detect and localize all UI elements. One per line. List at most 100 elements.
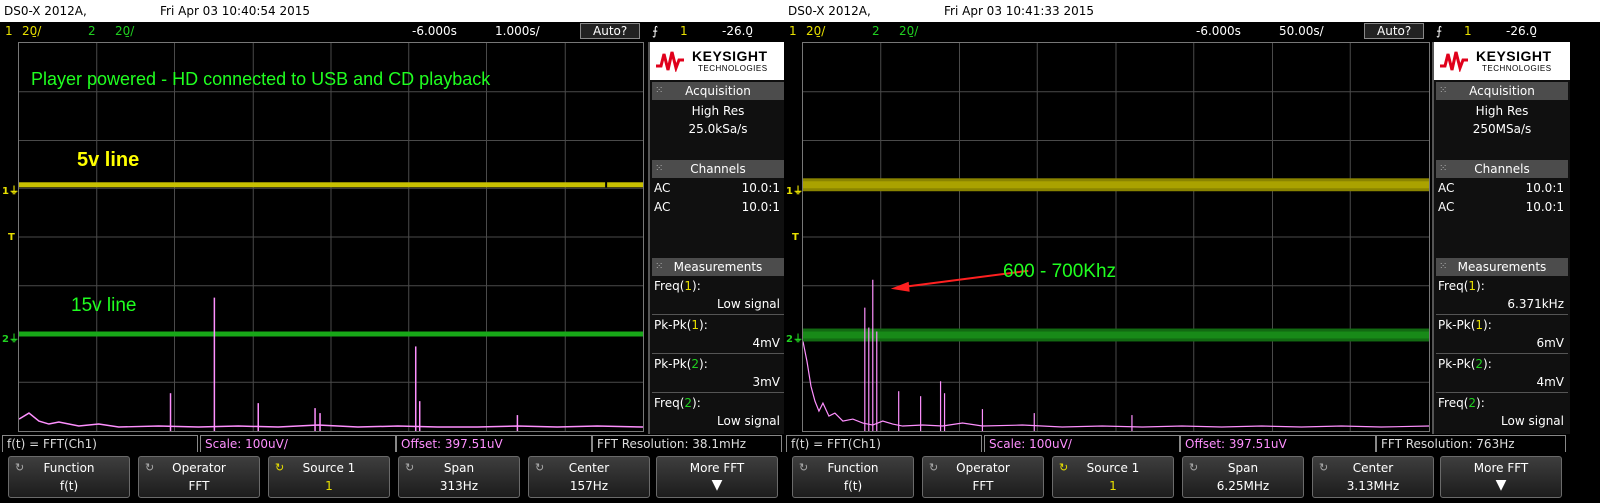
- acquisition-header[interactable]: Acquisition: [652, 82, 784, 100]
- label-5v-line: 5v line: [77, 149, 140, 171]
- status-bar: 1 20̱/ 2 20̱/ -6.000s 1.000s/ Auto? ⨍ 1 …: [0, 22, 784, 41]
- ch2-scale[interactable]: 20̱/: [899, 24, 918, 38]
- softkey-value: FFT: [188, 479, 210, 493]
- annotation-title: Player powered - HD connected to USB and…: [31, 69, 491, 89]
- operator-softkey[interactable]: ↻ Operator FFT: [138, 456, 260, 498]
- ch1-scale[interactable]: 20̱/: [806, 24, 825, 38]
- softkey-label: Center: [1352, 461, 1394, 475]
- meas-3-value: 3mV: [752, 375, 780, 389]
- horizontal-delay[interactable]: -6.000s: [412, 24, 457, 38]
- meas-3-close: ):: [699, 357, 708, 371]
- center-softkey[interactable]: ↻ Center 157Hz: [528, 456, 650, 498]
- ch1-number[interactable]: 1: [5, 24, 13, 38]
- ch2-number[interactable]: 2: [872, 24, 880, 38]
- softkey-value: f(t): [59, 479, 79, 493]
- brand-sub: TECHNOLOGIES: [698, 64, 768, 73]
- scope-screenshot-left: DS0-X 2012A, Fri Apr 03 10:40:54 2015 1 …: [0, 0, 784, 503]
- meas-4-name: Freq(2):: [1438, 396, 1485, 410]
- function-softkey[interactable]: ↻ Function f(t): [8, 456, 130, 498]
- ch2-number[interactable]: 2: [88, 24, 96, 38]
- acquisition-mode: High Res: [1475, 104, 1529, 118]
- meas-1-channel: 1: [684, 279, 693, 293]
- more-fft-softkey[interactable]: More FFT ▼: [1440, 456, 1562, 498]
- ch1-number[interactable]: 1: [789, 24, 797, 38]
- meas-1-close: ):: [692, 279, 701, 293]
- ch2-ground-marker[interactable]: 2⏚: [786, 330, 803, 345]
- meas-3-name: Pk-Pk(2):: [654, 357, 708, 371]
- center-softkey[interactable]: ↻ Center 3.13MHz: [1312, 456, 1434, 498]
- sample-rate: 250MSa/s: [1472, 122, 1532, 136]
- ch1-coupling: AC: [1438, 181, 1455, 195]
- ch1-scale[interactable]: 20̱/: [22, 24, 41, 38]
- meas-2-name: Pk-Pk(1):: [654, 318, 708, 332]
- horizontal-delay[interactable]: -6.000s: [1196, 24, 1241, 38]
- softkey-label: Source 1: [302, 461, 356, 475]
- meas-4-func: Freq(: [654, 396, 685, 410]
- softkey-label: Operator: [172, 461, 226, 475]
- meas-1-channel: 1: [1468, 279, 1477, 293]
- measurements-header[interactable]: Measurements: [1436, 258, 1568, 276]
- math-scale: Scale: 100uV/: [984, 435, 1180, 453]
- keysight-wave-icon: [656, 51, 684, 72]
- trigger-level-marker[interactable]: T: [8, 232, 15, 243]
- softkey-value: f(t): [843, 479, 863, 493]
- trigger-level-marker[interactable]: T: [792, 232, 799, 243]
- operator-softkey[interactable]: ↻ Operator FFT: [922, 456, 1044, 498]
- info-panel: KEYSIGHT TECHNOLOGIES Acquisition High R…: [648, 42, 784, 434]
- meas-1-func: Freq(: [654, 279, 685, 293]
- source1-softkey[interactable]: ↻ Source 1 1: [268, 456, 390, 498]
- divider: [652, 392, 784, 393]
- acquisition-mode: High Res: [691, 104, 745, 118]
- span-softkey[interactable]: ↻ Span 313Hz: [398, 456, 520, 498]
- timebase[interactable]: 1.000s/: [495, 24, 540, 38]
- ch2-coupling: AC: [1438, 200, 1455, 214]
- math-offset: Offset: 397.51uV: [396, 435, 592, 453]
- softkey-label: More FFT: [1473, 461, 1529, 475]
- divider: [1436, 392, 1568, 393]
- fft-resolution: FFT Resolution: 38.1mHz: [592, 435, 782, 453]
- brand-name: KEYSIGHT: [692, 48, 768, 64]
- channels-header[interactable]: Channels: [1436, 160, 1568, 178]
- acquisition-header[interactable]: Acquisition: [1436, 82, 1568, 100]
- span-softkey[interactable]: ↻ Span 6.25MHz: [1182, 456, 1304, 498]
- divider: [1436, 353, 1568, 354]
- waveform-grid[interactable]: Player powered - HD connected to USB and…: [18, 42, 644, 432]
- trigger-mode-button[interactable]: Auto?: [1364, 23, 1425, 39]
- ch1-ground-marker[interactable]: 1⏚: [2, 182, 19, 197]
- trigger-source[interactable]: 1: [1464, 24, 1472, 38]
- source1-softkey[interactable]: ↻ Source 1 1: [1052, 456, 1174, 498]
- more-fft-softkey[interactable]: More FFT ▼: [656, 456, 778, 498]
- meas-3-func: Pk-Pk(: [1438, 357, 1476, 371]
- measurements-header[interactable]: Measurements: [652, 258, 784, 276]
- model-name: DS0-X 2012A,: [788, 4, 871, 18]
- trigger-level[interactable]: -26.0̱: [722, 24, 753, 38]
- ch2-scale[interactable]: 20̱/: [115, 24, 134, 38]
- keysight-wave-icon: [1440, 51, 1468, 72]
- ch1-ground-marker[interactable]: 1⏚: [786, 182, 803, 197]
- trigger-source[interactable]: 1: [680, 24, 688, 38]
- trigger-level[interactable]: -26.0̱: [1506, 24, 1537, 38]
- trigger-mode-button[interactable]: Auto?: [580, 23, 641, 39]
- meas-4-func: Freq(: [1438, 396, 1469, 410]
- meas-2-func: Pk-Pk(: [1438, 318, 1476, 332]
- meas-2-channel: 1: [1475, 318, 1484, 332]
- meas-4-value: Low signal: [717, 414, 780, 428]
- ch1-probe: 10.0:1: [741, 181, 780, 195]
- meas-2-channel: 1: [691, 318, 700, 332]
- softkey-bar: ↻ Function f(t) ↻ Operator FFT ↻ Source …: [0, 452, 784, 503]
- function-softkey[interactable]: ↻ Function f(t): [792, 456, 914, 498]
- meas-3-close: ):: [1483, 357, 1492, 371]
- softkey-value: 157Hz: [569, 479, 609, 493]
- ch2-ground-marker[interactable]: 2⏚: [2, 330, 19, 345]
- math-scale: Scale: 100uV/: [200, 435, 396, 453]
- meas-3-name: Pk-Pk(2):: [1438, 357, 1492, 371]
- softkey-bar: ↻ Function f(t) ↻ Operator FFT ↻ Source …: [784, 452, 1600, 503]
- title-bar: DS0-X 2012A, Fri Apr 03 10:41:33 2015: [784, 0, 1600, 22]
- math-function: f(t) = FFT(Ch1): [2, 435, 198, 453]
- softkey-label: Center: [568, 461, 610, 475]
- meas-3-channel: 2: [1475, 357, 1484, 371]
- meas-1-close: ):: [1476, 279, 1485, 293]
- channels-header[interactable]: Channels: [652, 160, 784, 178]
- waveform-grid[interactable]: 600 - 700Khz: [802, 42, 1430, 432]
- timebase[interactable]: 50.00s/: [1279, 24, 1324, 38]
